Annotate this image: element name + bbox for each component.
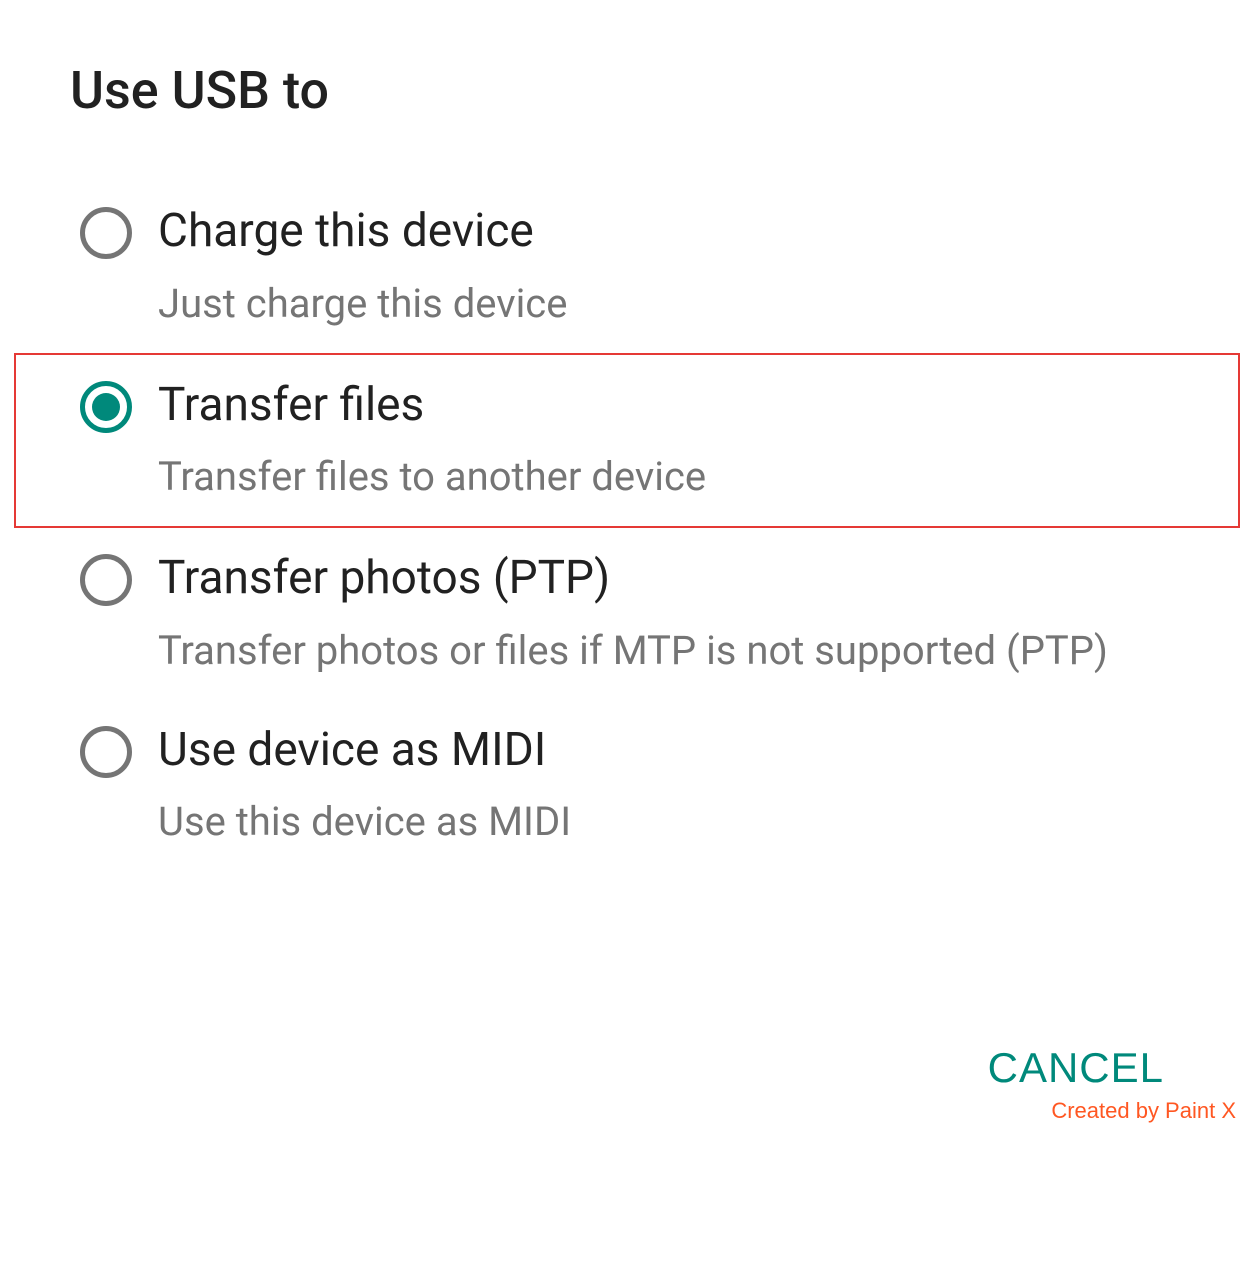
dialog-title: Use USB to: [70, 60, 1174, 121]
option-text: Transfer files Transfer files to another…: [158, 377, 1174, 505]
option-text: Use device as MIDI Use this device as MI…: [158, 722, 1164, 850]
option-description: Transfer photos or files if MTP is not s…: [158, 624, 1164, 678]
radio-icon: [80, 554, 132, 606]
option-label: Transfer files: [158, 377, 1174, 435]
radio-icon: [80, 381, 132, 433]
option-label: Use device as MIDI: [158, 722, 1164, 780]
option-label: Charge this device: [158, 203, 1164, 261]
radio-icon: [80, 726, 132, 778]
option-description: Use this device as MIDI: [158, 795, 1164, 849]
usb-dialog: Use USB to Charge this device Just charg…: [0, 0, 1244, 871]
option-text: Charge this device Just charge this devi…: [158, 203, 1164, 331]
option-transfer-files[interactable]: Transfer files Transfer files to another…: [14, 353, 1240, 529]
radio-icon: [80, 207, 132, 259]
dialog-actions: CANCEL: [968, 1032, 1184, 1104]
cancel-button[interactable]: CANCEL: [968, 1032, 1184, 1104]
option-charge-device[interactable]: Charge this device Just charge this devi…: [70, 181, 1174, 353]
option-label: Transfer photos (PTP): [158, 550, 1164, 608]
option-description: Transfer files to another device: [158, 450, 1174, 504]
option-transfer-photos[interactable]: Transfer photos (PTP) Transfer photos or…: [70, 528, 1174, 700]
option-text: Transfer photos (PTP) Transfer photos or…: [158, 550, 1164, 678]
option-description: Just charge this device: [158, 277, 1164, 331]
option-midi[interactable]: Use device as MIDI Use this device as MI…: [70, 700, 1174, 872]
watermark: Created by Paint X: [1051, 1098, 1236, 1124]
option-list: Charge this device Just charge this devi…: [70, 181, 1174, 871]
